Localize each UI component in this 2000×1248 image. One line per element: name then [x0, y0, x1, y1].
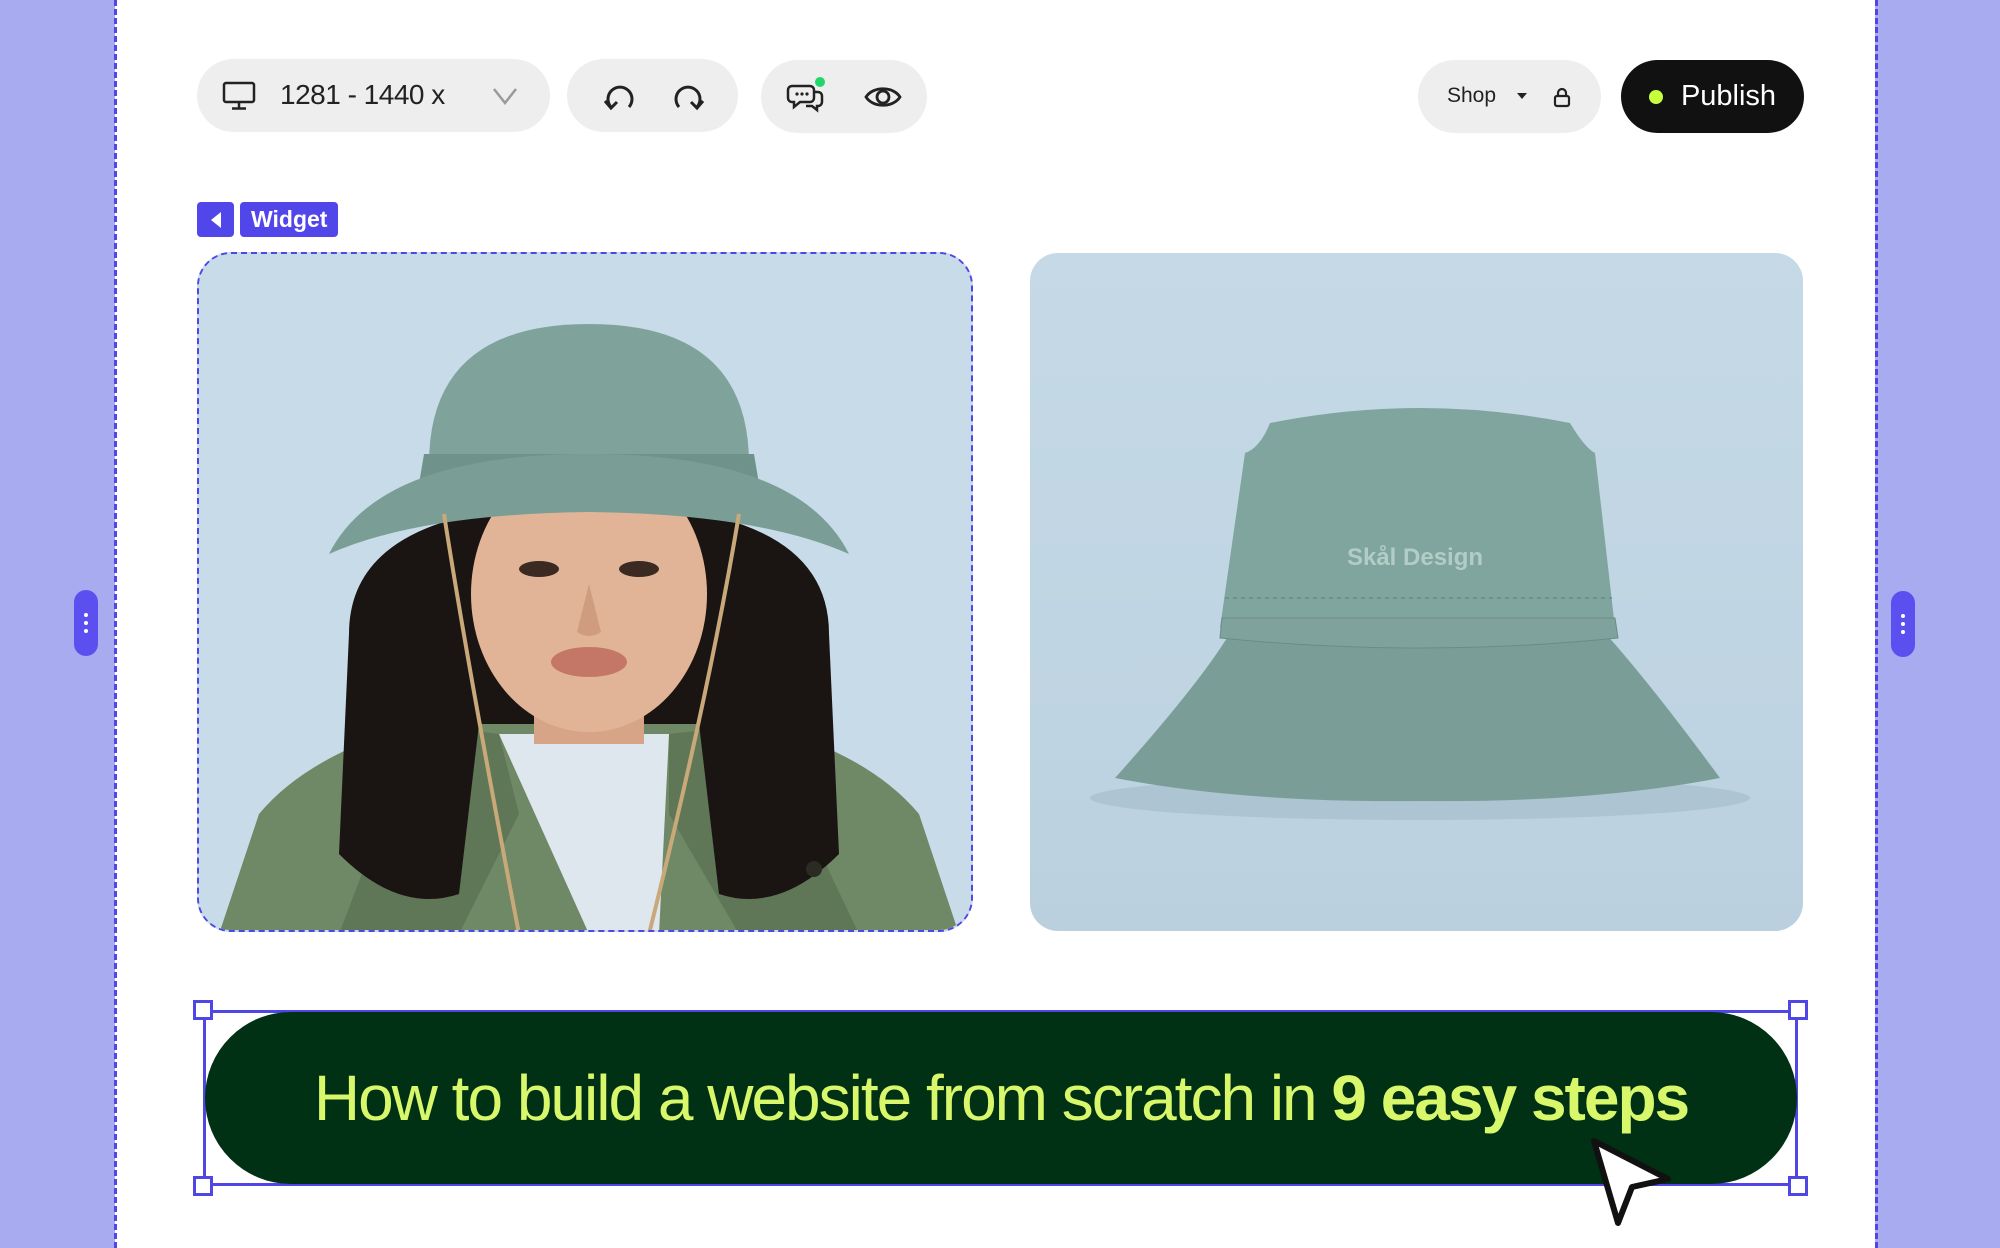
right-resize-handle[interactable]	[1891, 591, 1915, 657]
lock-icon	[1552, 86, 1572, 108]
status-dot	[1648, 89, 1663, 104]
widget-tag: Widget	[197, 202, 339, 237]
comments-icon[interactable]	[786, 76, 826, 116]
caret-down-icon	[1516, 92, 1528, 100]
redo-icon[interactable]	[670, 79, 706, 113]
undo-icon[interactable]	[602, 79, 638, 113]
eye-icon[interactable]	[863, 80, 903, 114]
device-range-label: 1281 - 1440 x	[280, 79, 445, 110]
resize-handle-bottom-left[interactable]	[193, 1176, 213, 1196]
resize-handle-bottom-right[interactable]	[1788, 1176, 1808, 1196]
headline-banner[interactable]: How to build a website from scratch in 9…	[205, 1012, 1797, 1184]
hat-brand-text: Skål Design	[1347, 544, 1483, 571]
model-photo[interactable]	[197, 252, 973, 932]
arrow-left-icon	[209, 211, 223, 229]
chevron-down-icon[interactable]	[492, 85, 518, 107]
device-selector[interactable]: 1281 - 1440 x	[197, 59, 550, 132]
publish-label: Publish	[1680, 80, 1777, 112]
select-parent-button[interactable]	[197, 202, 234, 237]
model-illustration	[199, 254, 971, 930]
product-photo[interactable]: Skål Design	[1030, 253, 1803, 931]
publish-button[interactable]: Publish	[1621, 60, 1804, 133]
headline-text: How to build a website from scratch in 9…	[313, 1061, 1690, 1135]
resize-handle-top-right[interactable]	[1788, 1000, 1808, 1020]
headline-regular: How to build a website from scratch in	[313, 1062, 1332, 1134]
review-controls	[761, 60, 927, 133]
left-resize-handle[interactable]	[74, 590, 98, 656]
desktop-icon	[222, 81, 256, 111]
right-guide-line	[1875, 0, 1878, 1248]
shop-label: Shop	[1447, 84, 1497, 107]
resize-handle-top-left[interactable]	[193, 1000, 213, 1020]
left-guide-line	[114, 0, 117, 1248]
history-controls	[567, 59, 738, 132]
shop-selector[interactable]: Shop	[1418, 60, 1601, 133]
widget-label: Widget	[240, 202, 339, 237]
headline-bold: 9 easy steps	[1331, 1062, 1690, 1134]
bucket-hat-illustration: Skål Design	[1090, 408, 1750, 820]
cursor-arrow-icon	[1588, 1135, 1678, 1230]
